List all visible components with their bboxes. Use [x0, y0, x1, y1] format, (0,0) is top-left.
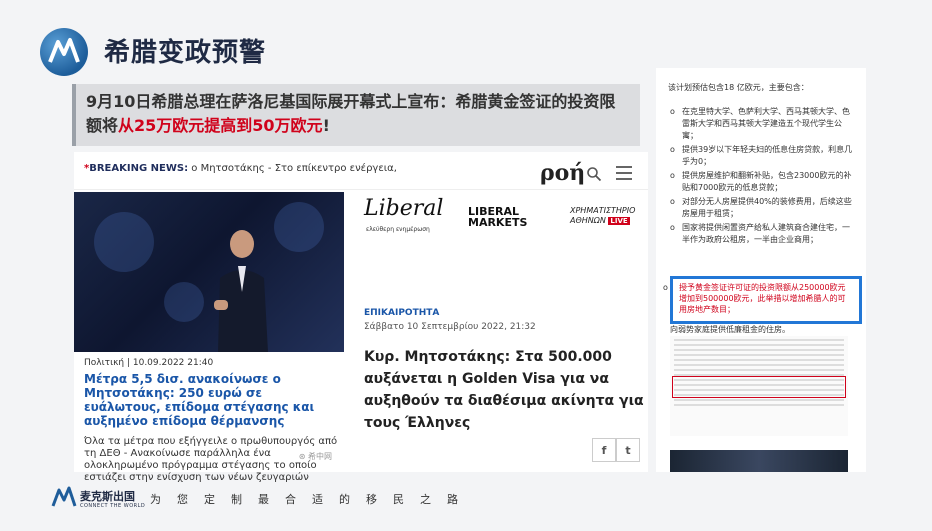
- markets-line2: MARKETS: [468, 216, 528, 229]
- doc-last-item: 向弱势家庭提供低廉租金的住房。: [670, 325, 790, 334]
- headline-box: 9月10日希腊总理在萨洛尼基国际展开幕式上宣布：希腊黄金签证的投资限额将从25万…: [72, 84, 640, 146]
- site-logo[interactable]: ροή: [540, 160, 585, 186]
- liberal-logo[interactable]: Liberal: [364, 196, 443, 221]
- doc-item: 对部分无人房屋提供40%的装修费用，后续这些房屋用于租赁；: [668, 196, 854, 220]
- doc-intro: 该计划预估包含18 亿欧元，主要包含：: [668, 83, 809, 92]
- share-buttons: f t: [592, 438, 640, 462]
- facebook-icon[interactable]: f: [592, 438, 616, 462]
- partner-logos: Liberal ελεύθερη ενημέρωση LIBERAL MARKE…: [364, 196, 648, 236]
- watermark: ⊛ 希中网: [298, 452, 332, 461]
- company-logo: [40, 28, 88, 76]
- article-title[interactable]: Κυρ. Μητσοτάκης: Στα 500.000 αυξάνεται η…: [364, 346, 648, 434]
- footer-slogan: 为您定制最合适的移民之路: [150, 493, 474, 506]
- news-screenshot: *BREAKING NEWS: ο Μητσοτάκης - Στο επίκε…: [74, 152, 648, 483]
- slide-title: 希腊变政预警: [104, 38, 267, 68]
- news-card[interactable]: Πολιτική | 10.09.2022 21:40 Μέτρα 5,5 δι…: [84, 358, 342, 483]
- mountain-logo-icon: [48, 38, 80, 63]
- twitter-icon[interactable]: t: [616, 438, 640, 462]
- search-icon[interactable]: [586, 166, 602, 182]
- liberal-markets-logo[interactable]: LIBERAL MARKETS: [468, 206, 527, 228]
- athens-exchange-logo[interactable]: ΧΡΗΜΑΤΙΣΤΗΡΙΟ ΑΘΗΝΩΝ LIVE: [570, 206, 635, 226]
- article-photo[interactable]: [74, 192, 344, 352]
- doc-list: 在克里特大学、色萨利大学、西马其顿大学、色雷斯大学和西马其顿大学建造五个现代学生…: [668, 106, 854, 246]
- footer-tagline: CONNECT THE WORLD: [80, 503, 146, 509]
- footer-brand: 麦克斯出国: [80, 490, 135, 503]
- doc-item: 提供房屋维护和翻新补贴，包含23000欧元的补贴和7000欧元的低息贷款；: [668, 170, 854, 194]
- article-block: ΕΠΙΚΑΙΡΟΤΗΤΑ Σάββατο 10 Σεπτεμβρίου 2022…: [364, 308, 648, 434]
- scanned-photo-strip: [670, 450, 848, 472]
- live-badge: LIVE: [608, 217, 630, 225]
- headline-end: !: [322, 116, 330, 135]
- card-meta: Πολιτική | 10.09.2022 21:40: [84, 358, 214, 368]
- breaking-text: ο Μητσοτάκης - Στο επίκεντρο ενέργεια,: [188, 163, 397, 174]
- doc-highlight: 授予黄金签证许可证的投资限额从250000欧元增加到500000欧元，此举措以增…: [663, 276, 862, 324]
- footer-logo-icon: [51, 486, 77, 507]
- speaker-figure-icon: [214, 230, 268, 352]
- doc-item: 提供39岁以下年轻夫妇的低息住房贷款，利息几乎为0；: [668, 144, 854, 168]
- xa-line2: ΑΘΗΝΩΝ: [570, 216, 606, 225]
- liberal-logo-sub: ελεύθερη ενημέρωση: [366, 226, 430, 233]
- scan-highlight-box: [672, 376, 846, 398]
- doc-item: 国家将提供闲置资产给私人建筑商合建住宅，一半作为政府公租房，一半由企业商用；: [668, 222, 854, 246]
- scanned-document-image: [670, 336, 848, 436]
- news-topbar: *BREAKING NEWS: ο Μητσοτάκης - Στο επίκε…: [74, 152, 648, 190]
- headline-highlight: 从25万欧元提高到50万欧元: [118, 116, 323, 135]
- hamburger-menu-icon[interactable]: [616, 166, 632, 180]
- xa-line1: ΧΡΗΜΑΤΙΣΤΗΡΙΟ: [570, 206, 636, 215]
- card-title[interactable]: Μέτρα 5,5 δισ. ανακοίνωσε ο Μητσοτάκης: …: [84, 372, 342, 428]
- breaking-label: BREAKING NEWS:: [89, 163, 189, 174]
- article-date: Σάββατο 10 Σεπτεμβρίου 2022, 21:32: [364, 322, 536, 332]
- article-category[interactable]: ΕΠΙΚΑΙΡΟΤΗΤΑ: [364, 308, 648, 318]
- doc-item: 在克里特大学、色萨利大学、西马其顿大学、色雷斯大学和西马其顿大学建造五个现代学生…: [668, 106, 854, 142]
- breaking-news-ticker[interactable]: *BREAKING NEWS: ο Μητσοτάκης - Στο επίκε…: [84, 163, 397, 174]
